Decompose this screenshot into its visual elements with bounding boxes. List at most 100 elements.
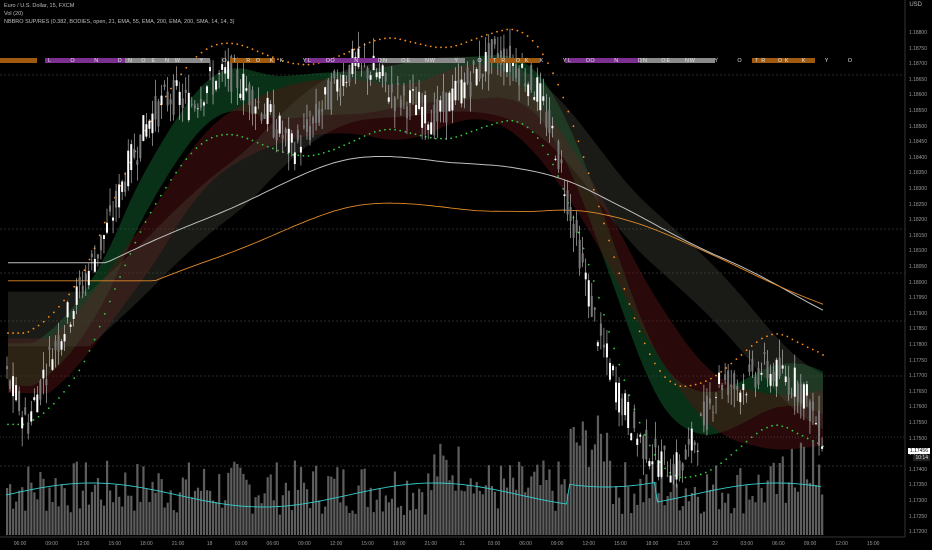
support-dot [740,445,743,448]
candle-body [736,386,739,390]
candle-body [96,254,99,259]
support-dot [358,137,361,140]
volume-bar [278,514,281,535]
candle-body [169,99,172,105]
candle-body [136,160,139,165]
resistance-dot [404,39,407,42]
volume-bar [284,482,287,535]
candle-body [451,88,454,111]
symbol-title[interactable]: Euro / U.S. Dollar, 15, FXCM [4,3,74,10]
candle-body [730,384,733,387]
support-dot [185,158,188,161]
candle-body [699,413,702,416]
indicator-legend[interactable]: NBBRO SUP/RES (0.382, BODIES, open, 21, … [4,19,235,26]
time-tick: 12:00 [835,541,848,547]
support-dot [796,432,799,435]
volume-bar [184,479,187,535]
candle-body [245,88,248,91]
volume-bar [154,492,157,535]
candle-body [733,373,736,390]
resistance-dot [659,370,661,372]
candle-body [593,307,596,310]
support-dot [333,148,335,151]
volume-bar [112,502,115,535]
volume-bar [811,440,815,535]
volume-bar [66,505,69,535]
candle-body [715,396,718,398]
volume-bar [615,485,618,535]
candle-body [796,383,799,403]
support-dot [353,139,356,142]
volume-bar [302,482,306,535]
price-tick: 1.18250 [908,201,927,208]
support-dot [506,119,509,122]
candle-body [533,97,536,100]
support-dot [465,132,468,135]
candle-body [257,101,260,103]
volume-bar [657,493,660,535]
time-tick: 15:00 [108,541,122,547]
candle-body [530,64,533,91]
support-dot [689,476,692,478]
candle-body [130,144,133,171]
volume-bar [560,484,563,535]
candle-body [418,91,421,109]
volume-bar [415,509,418,535]
support-dot [429,136,432,139]
candle-body [302,125,305,128]
candle-body [542,96,545,101]
time-tick: 03:00 [740,541,754,547]
support-dot [215,135,218,137]
support-dot [781,425,784,428]
price-tick: 1.18300 [908,186,927,192]
resistance-dot [42,320,45,323]
volume-bar [230,467,233,535]
resistance-dot [536,45,539,48]
resistance-dot [506,28,509,31]
resistance-dot [531,39,534,42]
volume-bar [696,496,700,535]
candle-body [445,92,448,123]
resistance-dot [394,37,397,40]
support-dot [302,154,305,157]
volume-bar [287,490,290,535]
candle-body [442,91,445,112]
volume-bar [718,509,721,535]
resistance-dot [511,28,514,31]
price-chart[interactable] [0,0,932,550]
candle-body [187,92,190,121]
time-tick: 06:00 [772,541,785,547]
volume-bar [818,464,821,535]
resistance-dot [165,95,167,98]
candle-body [199,98,202,108]
volume-bar [796,491,800,535]
candle-body [263,114,266,119]
volume-bar [518,461,521,535]
candle-body [296,129,299,141]
volume-bar [315,465,318,535]
volume-legend[interactable]: Vol (20) [4,11,23,18]
volume-bar [496,508,500,535]
candle-body [642,435,645,459]
support-dot [108,300,111,303]
volume-bar [63,488,66,535]
candle-body [163,84,166,88]
support-dot [786,426,789,429]
candle-body [766,360,769,379]
price-tick: 1.17900 [908,310,927,317]
volume-bar [408,510,412,535]
time-tick: 18:00 [645,541,659,547]
support-dot [419,134,422,137]
price-tick: 1.17950 [908,295,927,302]
volume-bar [181,477,184,535]
volume-bar [687,501,690,535]
volume-bar [333,478,336,535]
resistance-dot [654,362,656,365]
volume-bar [239,467,242,535]
volume-bar [705,474,709,535]
support-dot [730,453,733,456]
support-dot [633,408,636,411]
candle-body [527,84,530,97]
volume-bar [351,510,354,535]
support-dot [317,153,320,156]
